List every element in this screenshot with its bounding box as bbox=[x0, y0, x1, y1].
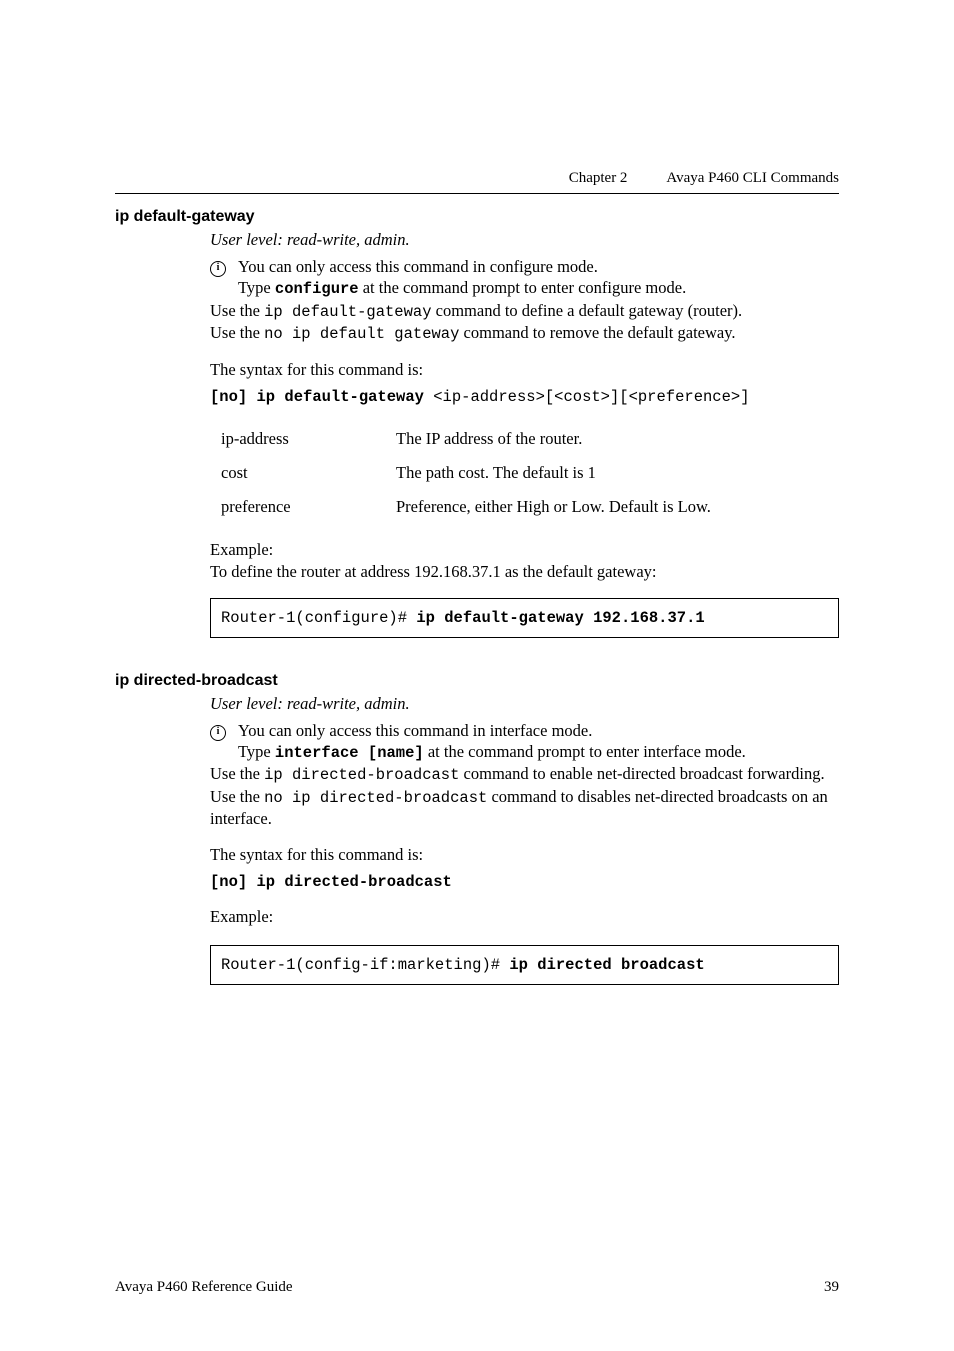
param-desc: The path cost. The default is 1 bbox=[396, 456, 711, 490]
configure-cmd: configure bbox=[275, 280, 359, 298]
syntax-cmd-bold: [no] ip default-gateway bbox=[210, 388, 433, 406]
use-line-1: Use the ip directed-broadcast command to… bbox=[210, 763, 839, 785]
page-footer: Avaya P460 Reference Guide 39 bbox=[115, 1279, 839, 1296]
info-block: i You can only access this command in in… bbox=[210, 720, 839, 764]
param-name: preference bbox=[221, 490, 396, 524]
table-row: preference Preference, either High or Lo… bbox=[221, 490, 711, 524]
syntax-cmd-bold: [no] ip directed-broadcast bbox=[210, 873, 452, 891]
code-cmd: ip default-gateway 192.168.37.1 bbox=[416, 609, 704, 627]
use-line-2: Use the no ip directed-broadcast command… bbox=[210, 786, 839, 830]
chapter-title: Avaya P460 CLI Commands bbox=[666, 170, 839, 186]
syntax-line: [no] ip default-gateway <ip-address>[<co… bbox=[210, 386, 839, 406]
example-label: Example: bbox=[210, 540, 839, 560]
info-block: i You can only access this command in co… bbox=[210, 256, 839, 300]
use-line-1: Use the ip default-gateway command to de… bbox=[210, 300, 839, 322]
table-row: ip-address The IP address of the router. bbox=[221, 422, 711, 456]
example-label: Example: bbox=[210, 907, 839, 927]
page-header: Chapter 2 Avaya P460 CLI Commands bbox=[115, 170, 839, 187]
cmd-text: ip default-gateway bbox=[264, 303, 431, 321]
syntax-label: The syntax for this command is: bbox=[210, 845, 839, 865]
use-line-2: Use the no ip default gateway command to… bbox=[210, 322, 839, 344]
interface-cmd: interface [name] bbox=[275, 744, 424, 762]
cmd-text: no ip directed-broadcast bbox=[264, 789, 487, 807]
info-text: You can only access this command in inte… bbox=[238, 720, 592, 741]
code-prompt: Router-1(config-if:marketing)# bbox=[221, 956, 509, 974]
info-text: You can only access this command in conf… bbox=[238, 256, 598, 277]
header-rule bbox=[115, 193, 839, 194]
user-level-text: User level: read-write, admin. bbox=[210, 230, 839, 250]
syntax-label: The syntax for this command is: bbox=[210, 360, 839, 380]
info-icon: i bbox=[210, 720, 238, 741]
code-box: Router-1(config-if:marketing)# ip direct… bbox=[210, 945, 839, 985]
param-desc: The IP address of the router. bbox=[396, 422, 711, 456]
type-suffix: at the command prompt to enter configure… bbox=[359, 278, 687, 297]
param-desc: Preference, either High or Low. Default … bbox=[396, 490, 711, 524]
syntax-cmd-args: <ip-address>[<cost>][<preference>] bbox=[433, 388, 749, 406]
syntax-line: [no] ip directed-broadcast bbox=[210, 871, 839, 891]
section-heading-default-gateway: ip default-gateway bbox=[115, 208, 839, 226]
user-level-text: User level: read-write, admin. bbox=[210, 694, 839, 714]
type-instruction: Type interface [name] at the command pro… bbox=[238, 741, 839, 763]
type-prefix: Type bbox=[238, 278, 275, 297]
type-suffix: at the command prompt to enter interface… bbox=[424, 742, 746, 761]
code-prompt: Router-1(configure)# bbox=[221, 609, 416, 627]
param-table: ip-address The IP address of the router.… bbox=[221, 422, 711, 524]
chapter-number: Chapter 2 bbox=[569, 170, 628, 186]
info-icon: i bbox=[210, 256, 238, 277]
footer-title: Avaya P460 Reference Guide bbox=[115, 1279, 293, 1296]
page-number: 39 bbox=[824, 1279, 839, 1296]
section-heading-directed-broadcast: ip directed-broadcast bbox=[115, 672, 839, 690]
code-box: Router-1(configure)# ip default-gateway … bbox=[210, 598, 839, 638]
type-prefix: Type bbox=[238, 742, 275, 761]
type-instruction: Type configure at the command prompt to … bbox=[238, 277, 839, 299]
table-row: cost The path cost. The default is 1 bbox=[221, 456, 711, 490]
code-cmd: ip directed broadcast bbox=[509, 956, 704, 974]
example-desc: To define the router at address 192.168.… bbox=[210, 562, 839, 582]
param-name: ip-address bbox=[221, 422, 396, 456]
cmd-text: no ip default gateway bbox=[264, 325, 459, 343]
param-name: cost bbox=[221, 456, 396, 490]
cmd-text: ip directed-broadcast bbox=[264, 766, 459, 784]
